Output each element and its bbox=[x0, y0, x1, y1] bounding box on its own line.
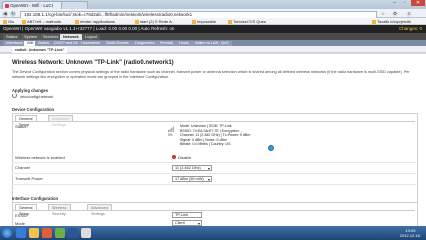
minimize-icon[interactable]: – bbox=[390, 0, 399, 6]
explorer-icon[interactable] bbox=[29, 228, 39, 238]
channel-label: Channel bbox=[15, 165, 30, 170]
luci-header: OpenWrt | OpenWrt vangiabo v1.1.1+r32777… bbox=[0, 25, 426, 33]
refresh-icon[interactable]: ↻ bbox=[10, 10, 16, 17]
bookmark-item[interactable]: ABT.hr9 – mathods bbox=[22, 19, 61, 24]
folder-icon bbox=[22, 20, 26, 24]
enabled-label: Wireless network is enabled bbox=[15, 155, 65, 160]
clock[interactable]: 13:05 2012.12.16. bbox=[400, 228, 421, 238]
ie-icon[interactable] bbox=[16, 228, 26, 238]
folder-icon bbox=[192, 20, 196, 24]
menu-icon[interactable]: ≡ bbox=[406, 10, 412, 17]
signal-strength-icon bbox=[168, 126, 174, 132]
app-icon[interactable] bbox=[81, 228, 91, 238]
folder-icon bbox=[372, 20, 376, 24]
divider bbox=[13, 210, 415, 211]
media-icon[interactable] bbox=[42, 228, 52, 238]
main-menu: Status System Services Network Logout bbox=[0, 33, 426, 40]
bookmark-item[interactable]: Gis bbox=[3, 19, 14, 24]
extension-icon[interactable]: ⚙ bbox=[392, 10, 398, 17]
folder-icon bbox=[135, 20, 139, 24]
enabled-row bbox=[12, 152, 416, 163]
ssid-input[interactable]: TP-Link bbox=[172, 212, 202, 218]
txpower-select[interactable]: 17 dBm (50 mW) bbox=[172, 176, 212, 182]
cursor-icon bbox=[268, 145, 274, 151]
spinner-icon bbox=[12, 93, 17, 98]
page-title: Wireless Network: Unknown "TP-Link" (rad… bbox=[12, 60, 174, 66]
iface-config-title: Interface Configuration bbox=[12, 196, 59, 201]
maximize-icon[interactable]: ▫ bbox=[400, 0, 409, 6]
disable-icon bbox=[172, 155, 176, 159]
disable-button[interactable]: Disable bbox=[178, 155, 191, 160]
applying-item: /etc/config/network bbox=[20, 94, 54, 99]
channel-row bbox=[12, 163, 416, 174]
other-bookmarks[interactable]: Tavalik könyvjelzők bbox=[372, 19, 411, 24]
folder-icon bbox=[228, 20, 232, 24]
start-button-icon[interactable] bbox=[2, 228, 12, 238]
openwrt-favicon-icon bbox=[4, 3, 9, 8]
signal-value: 0% bbox=[168, 133, 173, 137]
bookmark-item[interactable]: TortoiseCVS Ques bbox=[228, 19, 266, 24]
page-description: The Device Configuration section covers … bbox=[12, 70, 410, 79]
channel-select[interactable]: 11 (2.462 GHz) bbox=[172, 165, 212, 171]
txpower-row bbox=[12, 174, 416, 185]
divider bbox=[13, 121, 415, 122]
bookmark-item[interactable]: start (2) S Rede A.. bbox=[135, 19, 174, 24]
ssid-label: ESSID bbox=[15, 213, 28, 218]
bookmark-item[interactable]: render /applications bbox=[75, 19, 115, 24]
bookmark-item[interactable]: Impossible bbox=[192, 19, 216, 24]
router-info: OpenWrt | OpenWrt vangiabo v1.1.1+r32777… bbox=[3, 26, 175, 31]
folder-icon bbox=[75, 20, 79, 24]
word-icon[interactable] bbox=[68, 228, 78, 238]
bookmarks-bar: Gis ABT.hr9 – mathods render /applicatio… bbox=[0, 18, 426, 25]
changes-counter[interactable]: Changes: 0 bbox=[399, 25, 422, 33]
applying-title: Applying changes bbox=[12, 88, 49, 93]
chrome-icon[interactable] bbox=[55, 228, 65, 238]
status-label: Status bbox=[15, 124, 27, 129]
status-line: Bitrate: 0.0 Mbit/s | Country: US bbox=[180, 142, 231, 146]
taskbar: 13:05 2012.12.16. bbox=[0, 226, 426, 240]
tab-radio0[interactable]: radio0: Unknown "TP-Link" bbox=[12, 47, 68, 53]
browser-tab-bar: OpenWrt - Wifi - LuCI – ▫ ✕ bbox=[0, 0, 426, 10]
device-config-title: Device Configuration bbox=[12, 107, 55, 112]
folder-icon bbox=[3, 20, 7, 24]
back-icon[interactable]: ◀ bbox=[2, 10, 8, 17]
txpower-label: Transmit Power bbox=[15, 176, 43, 181]
address-bar: ◀ ↻ 192.168.1.1/cgi-bin/luci/;stok=c76d2… bbox=[0, 9, 426, 19]
star-icon[interactable]: ☆ bbox=[380, 11, 386, 17]
wifi-device-tabs: radio0: Unknown "TP-Link" bbox=[0, 46, 426, 53]
close-window-icon[interactable]: ✕ bbox=[411, 0, 425, 6]
